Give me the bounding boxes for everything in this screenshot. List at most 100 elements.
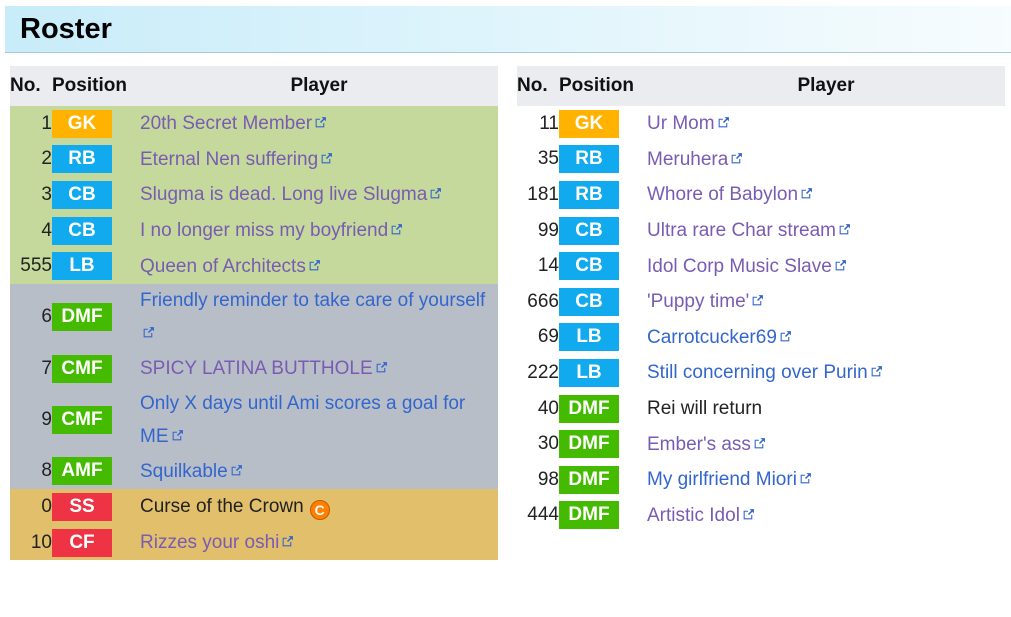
external-link-icon[interactable] [320,143,333,164]
player-number: 222 [527,361,559,383]
external-link-icon[interactable] [834,250,847,271]
player-link[interactable]: Ember's ass [647,434,751,455]
player-link[interactable]: Whore of Babylon [647,184,798,205]
position-badge: AMF [52,457,112,486]
player-link[interactable]: Queen of Architects [140,256,306,277]
table-row: 10 CF Rizzes your oshi [10,524,498,561]
external-link-icon[interactable] [429,178,442,199]
player-name: Curse of the Crown [140,496,304,518]
external-link-icon[interactable] [838,214,851,235]
external-link-icon[interactable] [779,321,792,342]
position-cell: DMF [559,498,647,534]
position-cell: GK [559,106,647,142]
external-link-icon[interactable] [753,428,766,449]
table-row: 11 GK Ur Mom [517,106,1005,142]
player-link[interactable]: Friendly reminder to take care of yourse… [140,290,485,311]
page-title: Roster [20,13,112,45]
column-header-player: Player [647,66,1005,106]
player-link[interactable]: Meruhera [647,149,728,170]
player-number: 30 [537,433,559,455]
player-link[interactable]: Still concerning over Purin [647,362,868,383]
player-link[interactable]: Squilkable [140,461,228,482]
roster-table-left: No. Position Player 1 GK 20th Secret Membe… [10,66,498,561]
player-name: Rei will return [647,398,763,420]
player-link[interactable]: Carrotcucker69 [647,327,777,348]
external-link-icon[interactable] [375,352,388,373]
table-row: 181 RB Whore of Babylon [517,177,1005,213]
position-cell: AMF [52,453,140,490]
table-row: 40 DMF Rei will return [517,391,1005,427]
position-badge: LB [559,358,619,387]
table-row: 14 CB Idol Corp Music Slave [517,248,1005,284]
player-link[interactable]: I no longer miss my boyfriend [140,220,388,241]
player-cell: Curse of the Crown C [140,489,498,525]
roster-body-right: 11 GK Ur Mom 35 RB Meruhera 181 RB Whore of Baby… [517,106,1005,533]
external-link-icon[interactable] [870,356,883,377]
player-cell: Carrotcucker69 [647,320,1005,356]
player-link[interactable]: Rizzes your oshi [140,532,279,553]
player-number: 10 [10,524,52,561]
external-link-icon[interactable] [800,178,813,199]
external-link-icon[interactable] [751,285,764,306]
position-cell: DMF [52,283,140,351]
player-number: 1 [10,106,52,142]
player-link[interactable]: My girlfriend Miori [647,469,797,490]
player-number: 98 [537,468,559,490]
player-link[interactable]: Idol Corp Music Slave [647,256,832,277]
table-row: 1 GK 20th Secret Member [10,106,498,142]
player-number: 7 [10,350,52,387]
position-cell: LB [52,248,140,284]
external-link-icon[interactable] [230,455,243,476]
table-row: 4 CB I no longer miss my boyfriend [10,212,498,249]
player-cell: Ur Mom [647,106,1005,142]
position-cell: RB [52,141,140,178]
position-badge: CF [52,528,112,557]
table-row: 666 CB 'Puppy time' [517,284,1005,320]
external-link-icon[interactable] [281,526,294,547]
player-link[interactable]: Only X days until Ami scores a goal for … [140,393,465,447]
position-badge: DMF [559,430,619,459]
external-link-icon[interactable] [730,143,743,164]
roster-table-right: No. Position Player 11 GK Ur Mom 35 RB Meruhe… [517,66,1005,533]
player-link[interactable]: 20th Secret Member [140,113,312,134]
external-link-icon[interactable] [742,499,755,520]
player-link[interactable]: Ur Mom [647,113,715,134]
external-link-icon[interactable] [390,214,403,235]
player-cell: Only X days until Ami scores a goal for … [140,386,498,454]
player-link[interactable]: Eternal Nen suffering [140,149,318,170]
position-badge: CMF [52,406,112,435]
table-row: 6 DMF Friendly reminder to take care of yo… [10,283,498,351]
player-cell: Friendly reminder to take care of yourse… [140,283,498,351]
player-link[interactable]: Ultra rare Char stream [647,220,836,241]
external-link-icon[interactable] [717,107,730,128]
position-badge: CMF [52,354,112,383]
position-cell: DMF [559,462,647,498]
player-number: 0 [10,489,52,525]
player-link[interactable]: Slugma is dead. Long live Slugma [140,184,427,205]
position-cell: CF [52,524,140,561]
external-link-icon[interactable] [314,107,327,128]
external-link-icon[interactable] [142,317,155,338]
table-row: 7 CMF SPICY LATINA BUTTHOLE [10,350,498,387]
position-badge: CB [52,216,112,245]
table-row: 2 RB Eternal Nen suffering [10,141,498,178]
position-cell: CB [52,177,140,213]
player-number: 11 [539,112,559,134]
position-badge: RB [559,145,619,174]
external-link-icon[interactable] [308,250,321,271]
position-badge: DMF [559,394,619,423]
table-row: 35 RB Meruhera [517,142,1005,178]
player-cell: SPICY LATINA BUTTHOLE [140,350,498,387]
external-link-icon[interactable] [799,463,812,484]
position-cell: CMF [52,386,140,454]
position-cell: RB [559,142,647,178]
roster-header: Roster [5,6,1011,53]
player-link[interactable]: Artistic Idol [647,505,740,526]
table-row: 69 LB Carrotcucker69 [517,320,1005,356]
external-link-icon[interactable] [171,420,184,441]
player-link[interactable]: SPICY LATINA BUTTHOLE [140,358,373,379]
player-link[interactable]: 'Puppy time' [647,291,749,312]
column-header-no: No. [10,66,52,106]
position-cell: GK [52,106,140,142]
position-cell: RB [559,177,647,213]
